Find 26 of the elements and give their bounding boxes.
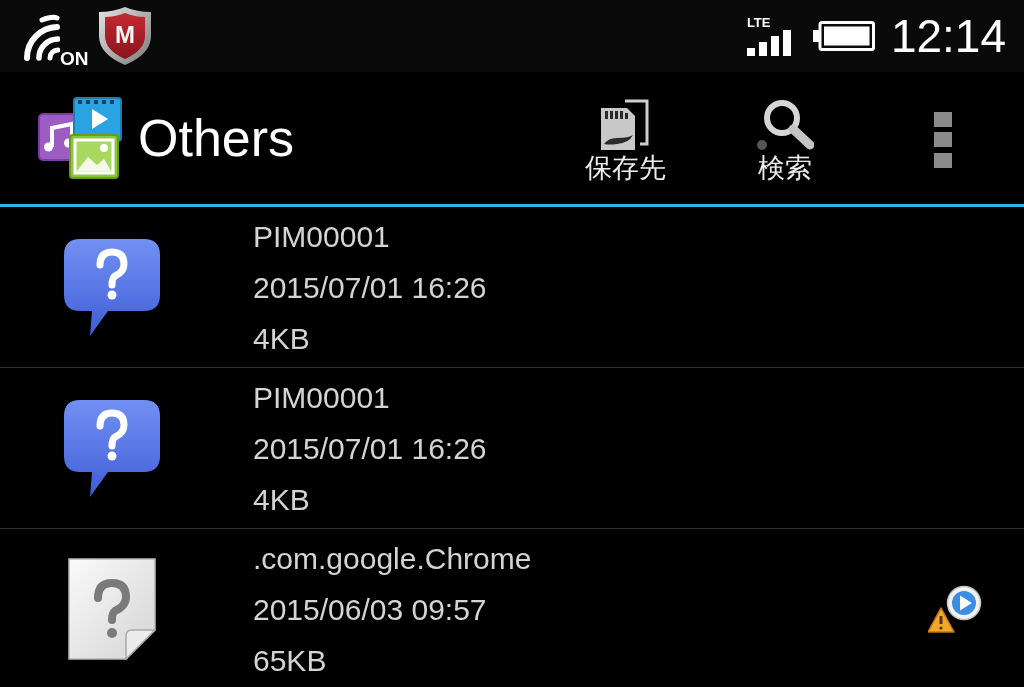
signal-icon bbox=[746, 30, 793, 56]
search-icon bbox=[756, 98, 814, 152]
file-date: 2015/07/01 16:26 bbox=[253, 430, 487, 467]
question-document-icon bbox=[68, 558, 156, 660]
menu-icon bbox=[934, 112, 952, 168]
file-size: 4KB bbox=[253, 481, 310, 518]
search-button[interactable]: 検索 bbox=[720, 72, 850, 184]
question-bubble-icon bbox=[62, 398, 162, 498]
file-name[interactable]: PIM00001 bbox=[253, 371, 390, 423]
shield-icon: M bbox=[96, 6, 153, 66]
sd-card-icon bbox=[599, 98, 651, 152]
file-date: 2015/07/01 16:26 bbox=[253, 269, 487, 306]
file-size: 65KB bbox=[253, 642, 327, 679]
file-name[interactable]: PIM00001 bbox=[253, 210, 390, 262]
file-date: 2015/06/03 09:57 bbox=[253, 591, 487, 628]
file-size: 4KB bbox=[253, 320, 310, 357]
file-name[interactable]: .com.google.Chrome bbox=[253, 532, 532, 584]
media-collage-icon bbox=[38, 97, 122, 179]
save-location-button[interactable]: 保存先 bbox=[560, 72, 690, 184]
network-type-label: LTE bbox=[746, 16, 771, 29]
nfc-status-label: ON bbox=[60, 49, 89, 68]
nfc-icon bbox=[22, 14, 60, 62]
battery-icon bbox=[812, 21, 875, 51]
clock-time: 12:14 bbox=[890, 11, 1006, 61]
question-bubble-icon bbox=[62, 237, 162, 337]
screen-title: Others bbox=[138, 108, 295, 168]
